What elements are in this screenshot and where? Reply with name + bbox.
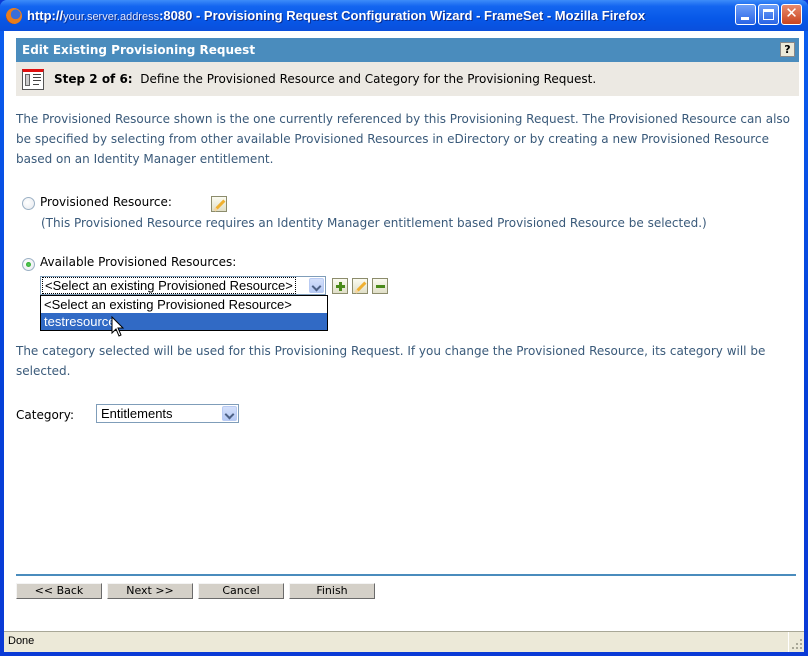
edit-provisioned-resource-button[interactable] bbox=[211, 196, 227, 212]
close-icon: ✕ bbox=[785, 4, 798, 22]
remove-resource-button[interactable] bbox=[372, 278, 388, 294]
title-bar[interactable]: http://your.server.address:8080 - Provis… bbox=[0, 0, 808, 31]
wizard-header: Edit Existing Provisioning Request ? bbox=[16, 38, 799, 62]
back-button[interactable]: << Back bbox=[16, 583, 102, 599]
divider bbox=[16, 574, 796, 576]
intro-text: The Provisioned Resource shown is the on… bbox=[16, 112, 790, 166]
category-select[interactable]: Entitlements bbox=[96, 404, 239, 423]
resize-grip-icon[interactable] bbox=[788, 632, 804, 652]
category-description: The category selected will be used for t… bbox=[16, 344, 766, 378]
chevron-down-icon[interactable] bbox=[222, 406, 237, 421]
maximize-button[interactable] bbox=[758, 4, 779, 25]
cancel-button[interactable]: Cancel bbox=[198, 583, 284, 599]
dropdown-option[interactable]: <Select an existing Provisioned Resource… bbox=[41, 296, 327, 313]
browser-window: http://your.server.address:8080 - Provis… bbox=[0, 0, 808, 656]
page-title: Edit Existing Provisioning Request bbox=[22, 43, 256, 57]
edit-resource-button[interactable] bbox=[352, 278, 368, 294]
minimize-button[interactable] bbox=[735, 4, 756, 25]
minimize-icon bbox=[741, 17, 749, 20]
chevron-down-icon[interactable] bbox=[309, 278, 324, 293]
dropdown-option-highlighted[interactable]: testresource bbox=[41, 313, 327, 330]
pencil-icon bbox=[356, 281, 367, 292]
status-bar: Done bbox=[4, 631, 804, 652]
step-banner: Step 2 of 6: Define the Provisioned Reso… bbox=[16, 62, 799, 96]
provisioned-resource-select[interactable]: <Select an existing Provisioned Resource… bbox=[40, 276, 326, 295]
pencil-icon bbox=[215, 199, 226, 210]
category-label: Category: bbox=[16, 408, 74, 422]
window-title: http://your.server.address:8080 - Provis… bbox=[27, 8, 646, 23]
available-resources-label: Available Provisioned Resources: bbox=[40, 255, 237, 269]
minus-icon bbox=[376, 285, 385, 288]
add-resource-button[interactable] bbox=[332, 278, 348, 294]
provisioned-resource-note: (This Provisioned Resource requires an I… bbox=[41, 216, 707, 230]
help-button[interactable]: ? bbox=[780, 42, 795, 57]
available-resources-radio[interactable] bbox=[22, 258, 35, 271]
wizard-step-icon bbox=[22, 68, 44, 90]
resource-dropdown-list: <Select an existing Provisioned Resource… bbox=[40, 295, 328, 331]
close-button[interactable]: ✕ bbox=[781, 4, 802, 25]
finish-button[interactable]: Finish bbox=[289, 583, 375, 599]
provisioned-resource-label: Provisioned Resource: bbox=[40, 195, 172, 209]
firefox-icon bbox=[6, 7, 22, 24]
step-indicator: Step 2 of 6: Define the Provisioned Reso… bbox=[54, 72, 597, 86]
page-content: Edit Existing Provisioning Request ? Ste… bbox=[4, 31, 804, 631]
maximize-icon bbox=[763, 9, 774, 20]
status-text: Done bbox=[8, 635, 35, 647]
next-button[interactable]: Next >> bbox=[107, 583, 193, 599]
provisioned-resource-radio[interactable] bbox=[22, 197, 35, 210]
